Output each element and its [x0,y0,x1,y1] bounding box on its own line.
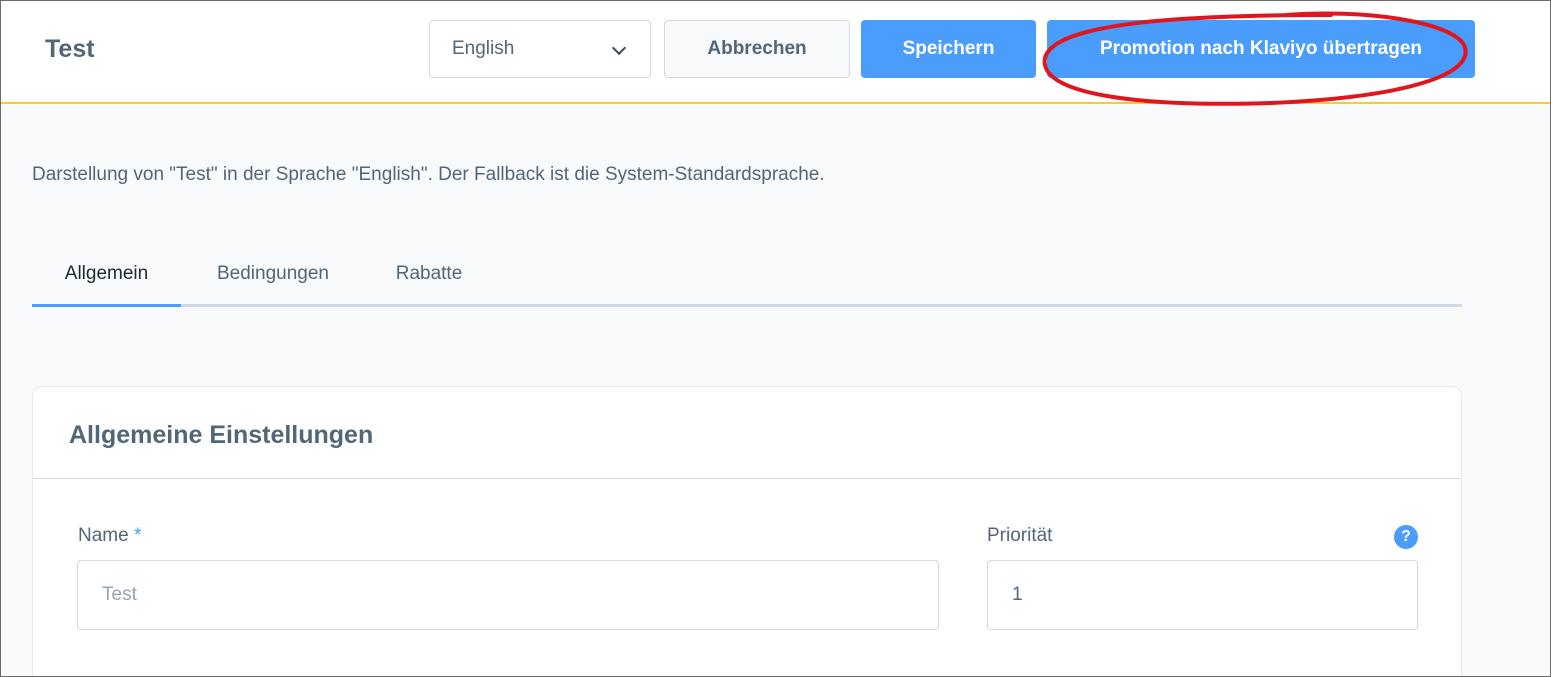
push-to-klaviyo-button[interactable]: Promotion nach Klaviyo übertragen [1047,20,1475,78]
language-description: Darstellung von "Test" in der Sprache "E… [32,164,825,185]
tab-label: Rabatte [395,263,463,284]
required-marker: * [133,525,142,546]
card-header: Allgemeine Einstellungen [33,387,1461,479]
help-icon[interactable]: ? [1394,525,1418,549]
tab-label: Bedingungen [217,263,329,284]
name-input-placeholder: Test [102,584,137,605]
save-button[interactable]: Speichern [861,20,1036,78]
card-title: Allgemeine Einstellungen [69,421,374,449]
language-select-value: English [452,38,515,59]
tab-bedingungen[interactable]: Bedingungen [192,256,354,304]
priority-field-label: Priorität [987,525,1053,546]
tab-rabatte[interactable]: Rabatte [374,256,484,304]
tab-allgemein[interactable]: Allgemein [32,256,181,307]
top-bar: Test English Abbrechen Speichern Promoti… [1,1,1550,106]
name-field-label: Name * [78,525,141,547]
cancel-button[interactable]: Abbrechen [664,20,850,78]
tab-bar: Allgemein Bedingungen Rabatte [32,256,1462,307]
name-label-text: Name [78,525,129,546]
priority-input[interactable]: 1 [987,560,1418,630]
app-frame: Test English Abbrechen Speichern Promoti… [0,0,1551,677]
language-select[interactable]: English [429,20,651,78]
name-input[interactable]: Test [77,560,939,630]
priority-input-value: 1 [1012,584,1023,605]
chevron-down-icon [611,40,627,56]
tab-label: Allgemein [64,263,149,284]
general-settings-card: Allgemeine Einstellungen Name * Test Pri… [32,386,1462,676]
page-title: Test [45,35,95,63]
